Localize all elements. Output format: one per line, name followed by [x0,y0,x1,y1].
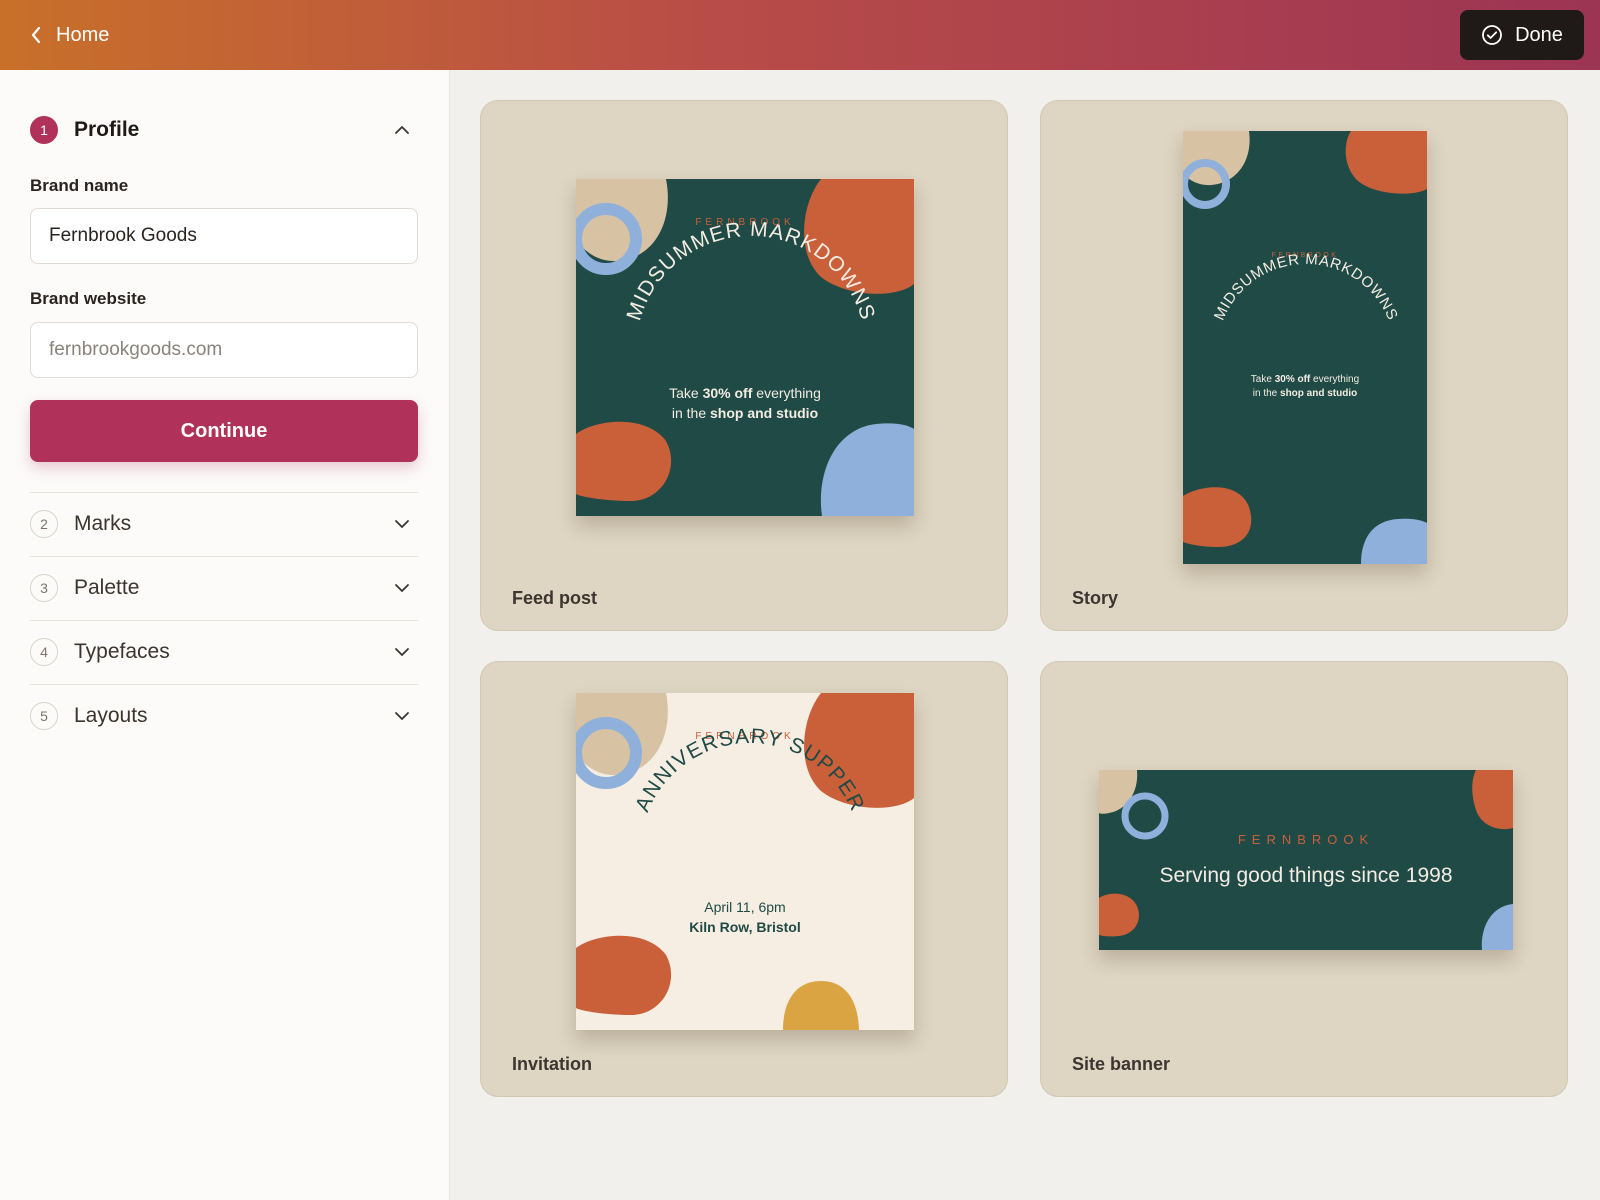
step-profile-header[interactable]: 1 Profile [30,108,420,152]
step-number-badge: 4 [30,638,58,666]
tagline: Serving good things since 1998 [1159,864,1452,887]
site-banner-preview: FERNBROOK Serving good things since 1998 [1099,770,1513,950]
event-date: April 11, 6pm [704,899,785,915]
step-number-badge: 1 [30,116,58,144]
step-number-badge: 2 [30,510,58,538]
done-label: Done [1515,23,1563,46]
step-layouts-header[interactable]: 5 Layouts [30,694,420,738]
divider [30,556,418,557]
divider [30,684,418,685]
body-line-2: in the shop and studio [1253,388,1357,399]
check-circle-icon [1482,25,1502,45]
home-back-link[interactable]: Home [30,18,109,52]
step-title: Layouts [74,704,148,727]
invitation-preview: FERNBROOK ANNIVERSARY SUPPER April 11, 6… [576,693,914,1030]
preview-card-story[interactable]: FERNBROOK MIDSUMMER MARKDOWNS Take 30% o… [1040,100,1568,631]
event-place: Kiln Row, Bristol [689,919,800,935]
brand-website-label: Brand website [30,289,147,308]
home-label: Home [56,23,110,46]
preview-card-feed-post[interactable]: FERNBROOK MIDSUMMER MARKDOWNS Take 30% o… [480,100,1008,631]
top-bar: Home Done [0,0,1600,70]
brand-website-input[interactable] [30,322,418,378]
chevron-up-icon [395,126,409,134]
step-title: Typefaces [74,640,170,663]
brand-wordmark: FERNBROOK [1238,832,1374,847]
step-title: Profile [74,118,140,141]
step-number-badge: 5 [30,702,58,730]
step-number-badge: 3 [30,574,58,602]
card-label: Feed post [512,588,598,608]
card-label: Story [1072,588,1119,608]
step-marks-header[interactable]: 2 Marks [30,502,420,546]
done-button[interactable]: Done [1460,10,1584,60]
step-title: Marks [74,512,132,535]
chevron-down-icon [395,584,409,592]
preview-card-invitation[interactable]: FERNBROOK ANNIVERSARY SUPPER April 11, 6… [480,661,1008,1097]
brand-name-input[interactable] [30,208,418,264]
chevron-down-icon [395,520,409,528]
step-typefaces-header[interactable]: 4 Typefaces [30,630,420,674]
feed-post-preview: FERNBROOK MIDSUMMER MARKDOWNS Take 30% o… [576,179,914,516]
body-line-2: in the shop and studio [672,405,818,421]
chevron-down-icon [395,712,409,720]
body-line-1: Take 30% off everything [669,385,821,401]
step-title: Palette [74,576,140,599]
card-label: Invitation [512,1054,592,1074]
chevron-left-icon [31,26,41,44]
chevron-down-icon [395,648,409,656]
sidebar: 1 Profile Brand name Brand website Conti… [0,70,450,1200]
card-label: Site banner [1072,1054,1171,1074]
continue-button[interactable]: Continue [30,400,418,462]
story-preview: FERNBROOK MIDSUMMER MARKDOWNS Take 30% o… [1183,131,1427,564]
brand-name-label: Brand name [30,176,129,195]
divider [30,620,418,621]
preview-card-site-banner[interactable]: FERNBROOK Serving good things since 1998… [1040,661,1568,1097]
body-line-1: Take 30% off everything [1251,374,1359,385]
step-palette-header[interactable]: 3 Palette [30,566,420,610]
divider [30,492,418,493]
